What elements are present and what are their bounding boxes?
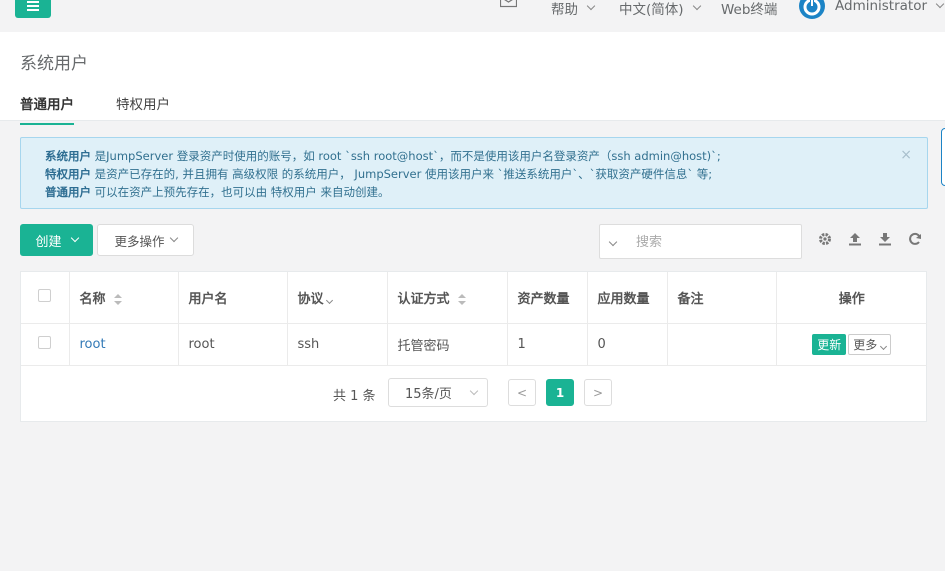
menu-toggle-button[interactable]	[15, 0, 51, 18]
cell-username: root	[178, 323, 288, 366]
column-label: 资产数量	[517, 291, 570, 307]
system-users-table: 名称 用户名 协议 认证方式 资产数量 应用数量 备注 操作 root root…	[20, 271, 927, 422]
alert-text: 是JumpServer 登录资产时使用的账号，如 root `ssh root@…	[91, 149, 721, 163]
language-menu[interactable]: 中文(简体)	[619, 0, 701, 18]
chevron-down-icon	[692, 1, 701, 11]
row-more-label: 更多	[853, 337, 878, 352]
download-icon[interactable]	[878, 232, 892, 246]
alert-term: 普通用户	[45, 185, 91, 199]
web-terminal-label: Web终端	[721, 2, 778, 18]
column-label: 协议	[297, 291, 324, 307]
column-header-actions: 操作	[776, 272, 927, 324]
chevron-down-icon	[880, 342, 888, 350]
alert-line: 普通用户 可以在资产上预先存在，也可以由 特权用户 来自动创建。	[45, 183, 903, 201]
sort-icon[interactable]	[114, 293, 123, 305]
more-actions-button[interactable]: 更多操作	[97, 224, 194, 256]
page-size-select[interactable]: 15条/页	[388, 378, 488, 407]
column-label: 用户名	[188, 291, 228, 307]
chevron-down-icon[interactable]	[608, 237, 618, 247]
alert-text: 可以在资产上预先存在，也可以由 特权用户 来自动创建。	[91, 185, 390, 199]
language-label: 中文(简体)	[619, 2, 684, 18]
web-terminal-link[interactable]: Web终端	[721, 0, 777, 18]
table-row: root root ssh 托管密码 1 0 更新 更多	[21, 323, 927, 366]
alert-line: 特权用户 是资产已存在的, 并且拥有 高级权限 的系统用户， JumpServe…	[45, 165, 903, 183]
close-icon[interactable]: ×	[900, 146, 912, 164]
select-all-checkbox[interactable]	[38, 288, 52, 302]
chevron-down-icon	[169, 233, 178, 243]
sort-icon[interactable]	[458, 293, 467, 305]
row-more-button[interactable]: 更多	[848, 333, 892, 355]
cell-comment	[667, 323, 777, 366]
search-field	[599, 224, 802, 259]
mail-icon[interactable]	[500, 0, 517, 8]
column-label: 备注	[677, 291, 704, 307]
create-button[interactable]: 创建	[20, 224, 93, 256]
alert-term: 特权用户	[45, 167, 91, 181]
user-menu[interactable]: Administrator	[835, 0, 945, 14]
info-alert: 系统用户 是JumpServer 登录资产时使用的账号，如 root `ssh …	[20, 137, 928, 209]
top-navbar: 帮助 中文(简体) Web终端 Administrator	[0, 0, 945, 32]
update-button[interactable]: 更新	[812, 333, 847, 355]
page-header: 系统用户 普通用户 特权用户	[0, 32, 945, 125]
tab-privileged-users[interactable]: 特权用户	[116, 93, 170, 123]
chevron-down-icon	[469, 386, 479, 396]
page-size-label: 15条/页	[405, 387, 452, 402]
chevron-down-icon	[586, 1, 596, 11]
avatar-power-icon[interactable]	[797, 0, 827, 22]
cell-name: root	[69, 323, 179, 366]
create-label: 创建	[35, 234, 62, 250]
refresh-icon[interactable]	[908, 232, 922, 246]
hamburger-icon	[27, 1, 39, 11]
page-number-button[interactable]: 1	[546, 379, 574, 406]
side-panel-toggle[interactable]	[941, 128, 945, 186]
user-name: Administrator	[835, 0, 928, 14]
chevron-down-icon	[70, 233, 79, 243]
more-actions-label: 更多操作	[114, 233, 165, 249]
cell-apps: 0	[587, 323, 668, 366]
next-page-button[interactable]: >	[584, 379, 612, 406]
tab-normal-users[interactable]: 普通用户	[20, 93, 74, 125]
column-header-protocol[interactable]: 协议	[287, 272, 388, 324]
cell-assets: 1	[507, 323, 588, 366]
search-input[interactable]	[636, 231, 786, 253]
chevron-down-icon	[935, 0, 945, 9]
select-all-cell	[21, 272, 70, 324]
cell-actions: 更新 更多	[776, 323, 927, 366]
column-header-comment: 备注	[667, 272, 777, 324]
column-label: 应用数量	[597, 291, 650, 307]
row-select-cell	[21, 323, 70, 366]
chevron-down-icon	[325, 296, 333, 304]
column-label: 名称	[79, 291, 106, 307]
row-checkbox[interactable]	[38, 335, 52, 349]
alert-term: 系统用户	[45, 149, 91, 163]
cell-protocol: ssh	[287, 323, 388, 366]
gear-icon[interactable]	[818, 232, 832, 246]
cell-auth: 托管密码	[387, 323, 508, 366]
upload-icon[interactable]	[848, 232, 862, 246]
help-label: 帮助	[551, 2, 578, 18]
user-name-link[interactable]: root	[80, 337, 106, 352]
table-header-row: 名称 用户名 协议 认证方式 资产数量 应用数量 备注 操作	[21, 272, 927, 324]
total-count: 共 1 条	[333, 389, 376, 404]
alert-text: 是资产已存在的, 并且拥有 高级权限 的系统用户， JumpServer 使用该…	[91, 167, 713, 181]
page-title: 系统用户	[20, 54, 88, 74]
pagination: 共 1 条 15条/页 < 1 >	[21, 378, 927, 408]
column-header-name[interactable]: 名称	[69, 272, 179, 324]
column-header-assets: 资产数量	[507, 272, 588, 324]
help-menu[interactable]: 帮助	[551, 0, 596, 18]
alert-line: 系统用户 是JumpServer 登录资产时使用的账号，如 root `ssh …	[45, 147, 903, 165]
prev-page-button[interactable]: <	[508, 379, 536, 406]
column-header-apps: 应用数量	[587, 272, 668, 324]
column-label: 操作	[838, 291, 865, 307]
column-header-username: 用户名	[178, 272, 288, 324]
column-label: 认证方式	[397, 291, 450, 307]
column-header-auth[interactable]: 认证方式	[387, 272, 508, 324]
